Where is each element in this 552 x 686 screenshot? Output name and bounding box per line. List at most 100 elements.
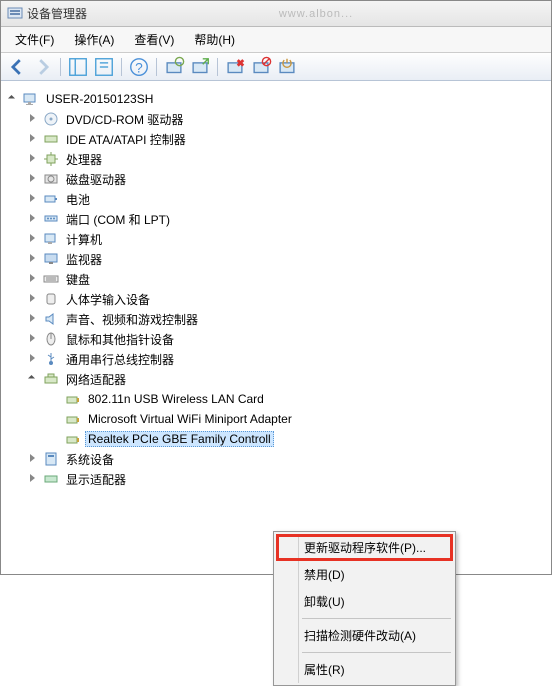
tb-scan[interactable] [162,56,186,78]
expander-icon[interactable] [7,92,21,106]
expander-icon[interactable] [27,332,41,346]
device-icon [43,471,59,487]
tree-item[interactable]: 计算机 [5,229,547,249]
tree-item[interactable]: 系统设备 [5,449,547,469]
tb-enable[interactable] [275,56,299,78]
tb-help[interactable]: ? [127,56,151,78]
address-blur: www.albon... [87,8,545,20]
tb-uninstall[interactable] [223,56,247,78]
computer-icon [23,91,39,107]
tree-root-label: USER-20150123SH [43,91,156,107]
expander-icon[interactable] [27,292,41,306]
tb-forward[interactable] [31,56,55,78]
expander-icon[interactable] [27,452,41,466]
network-adapter-icon [65,431,81,447]
toolbar-sep [60,58,61,76]
toolbar-sep [121,58,122,76]
tree-item[interactable]: DVD/CD-ROM 驱动器 [5,109,547,129]
tree-item-label: 电池 [63,190,93,209]
menu-file[interactable]: 文件(F) [7,29,62,50]
device-icon [43,351,59,367]
device-icon [43,151,59,167]
svg-text:?: ? [135,60,143,75]
ctx-sep [302,652,451,653]
tree-item[interactable]: 网络适配器 [5,369,547,389]
device-icon [43,131,59,147]
tree-item[interactable]: 声音、视频和游戏控制器 [5,309,547,329]
expander-icon[interactable] [27,172,41,186]
expander-icon[interactable] [27,252,41,266]
expander-icon[interactable] [27,352,41,366]
tree-item[interactable]: 键盘 [5,269,547,289]
tree-item[interactable]: 显示适配器 [5,469,547,489]
device-icon [43,291,59,307]
expander-icon[interactable] [27,112,41,126]
toolbar-sep [217,58,218,76]
ctx-scan[interactable]: 扫描检测硬件改动(A) [276,622,453,649]
tree-item-label: 磁盘驱动器 [63,170,129,189]
tree-item[interactable]: 监视器 [5,249,547,269]
device-icon [43,311,59,327]
ctx-update-driver[interactable]: 更新驱动程序软件(P)... [276,534,453,561]
ctx-uninstall[interactable]: 卸载(U) [276,588,453,615]
tree-subitem[interactable]: 802.11n USB Wireless LAN Card [5,389,547,409]
expander-icon[interactable] [27,232,41,246]
tree-subitem-label: Realtek PCIe GBE Family Controll [85,431,274,447]
tree-item-label: IDE ATA/ATAPI 控制器 [63,130,189,149]
ctx-properties[interactable]: 属性(R) [276,656,453,683]
tb-back[interactable] [5,56,29,78]
expander-icon[interactable] [27,272,41,286]
toolbar: ? [1,53,551,81]
expander-icon[interactable] [27,132,41,146]
expander-icon [49,412,63,426]
tree-item[interactable]: 磁盘驱动器 [5,169,547,189]
tree-item[interactable]: 端口 (COM 和 LPT) [5,209,547,229]
expander-icon[interactable] [27,312,41,326]
tb-show-hide[interactable] [66,56,90,78]
device-icon [43,211,59,227]
menu-help[interactable]: 帮助(H) [186,29,243,50]
tree-item-label: DVD/CD-ROM 驱动器 [63,110,186,129]
tree-item-label: 系统设备 [63,450,117,469]
window-title: 设备管理器 [27,5,87,22]
expander-icon[interactable] [27,152,41,166]
tree-item-label: 鼠标和其他指针设备 [63,330,177,349]
tree-item-label: 监视器 [63,250,105,269]
ctx-sep [302,618,451,619]
device-icon [43,371,59,387]
device-icon [43,171,59,187]
tree-item[interactable]: 通用串行总线控制器 [5,349,547,369]
tree-item-label: 键盘 [63,270,93,289]
expander-icon[interactable] [27,472,41,486]
menu-bar: 文件(F) 操作(A) 查看(V) 帮助(H) [1,27,551,53]
device-icon [43,271,59,287]
menu-action[interactable]: 操作(A) [66,29,122,50]
expander-icon [49,392,63,406]
expander-icon[interactable] [27,372,41,386]
tree-item-label: 通用串行总线控制器 [63,350,177,369]
tree-subitem-label: 802.11n USB Wireless LAN Card [85,391,267,407]
tb-update[interactable] [188,56,212,78]
device-icon [43,231,59,247]
device-tree: USER-20150123SH DVD/CD-ROM 驱动器IDE ATA/AT… [1,81,551,493]
tree-subitem[interactable]: Microsoft Virtual WiFi Miniport Adapter [5,409,547,429]
tree-item[interactable]: 鼠标和其他指针设备 [5,329,547,349]
tree-item[interactable]: 人体学输入设备 [5,289,547,309]
tb-disable[interactable] [249,56,273,78]
tree-subitem[interactable]: Realtek PCIe GBE Family Controll [5,429,547,449]
tree-root[interactable]: USER-20150123SH [5,89,547,109]
device-icon [43,191,59,207]
expander-icon [49,432,63,446]
expander-icon[interactable] [27,192,41,206]
menu-view[interactable]: 查看(V) [126,29,182,50]
tree-item[interactable]: 电池 [5,189,547,209]
tree-item[interactable]: IDE ATA/ATAPI 控制器 [5,129,547,149]
device-icon [43,451,59,467]
app-icon [7,6,23,22]
expander-icon[interactable] [27,212,41,226]
tree-item[interactable]: 处理器 [5,149,547,169]
device-icon [43,331,59,347]
tb-properties[interactable] [92,56,116,78]
network-adapter-icon [65,411,81,427]
network-adapter-icon [65,391,81,407]
